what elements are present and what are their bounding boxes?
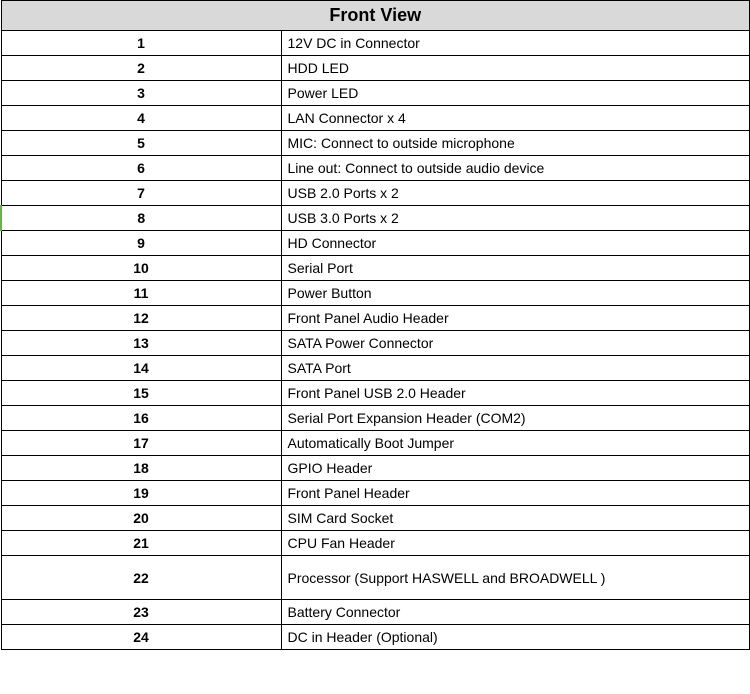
table-row: 23Battery Connector [1,600,750,625]
row-description: Power LED [281,81,750,106]
row-description: SIM Card Socket [281,506,750,531]
row-number: 21 [1,531,281,556]
table-title: Front View [1,1,750,31]
table-row: 13SATA Power Connector [1,331,750,356]
row-number: 20 [1,506,281,531]
row-number: 14 [1,356,281,381]
row-number: 22 [1,556,281,600]
row-description: SATA Power Connector [281,331,750,356]
row-description: Front Panel USB 2.0 Header [281,381,750,406]
row-description: GPIO Header [281,456,750,481]
table-row: 22Processor (Support HASWELL and BROADWE… [1,556,750,600]
row-description: Front Panel Audio Header [281,306,750,331]
table-row: 9HD Connector [1,231,750,256]
row-description: Automatically Boot Jumper [281,431,750,456]
row-description: MIC: Connect to outside microphone [281,131,750,156]
row-number: 8 [1,206,281,231]
row-description: Battery Connector [281,600,750,625]
table-row: 5MIC: Connect to outside microphone [1,131,750,156]
table-row: 11Power Button [1,281,750,306]
row-number: 13 [1,331,281,356]
table-row: 14SATA Port [1,356,750,381]
row-number: 16 [1,406,281,431]
row-description: HDD LED [281,56,750,81]
row-number: 15 [1,381,281,406]
table-row: 4LAN Connector x 4 [1,106,750,131]
row-description: Serial Port [281,256,750,281]
row-description: HD Connector [281,231,750,256]
row-description: Line out: Connect to outside audio devic… [281,156,750,181]
row-description: CPU Fan Header [281,531,750,556]
table-row: 15Front Panel USB 2.0 Header [1,381,750,406]
row-description: SATA Port [281,356,750,381]
table-row: 12Front Panel Audio Header [1,306,750,331]
row-number: 4 [1,106,281,131]
row-description: USB 2.0 Ports x 2 [281,181,750,206]
row-description: Serial Port Expansion Header (COM2) [281,406,750,431]
table-row: 10Serial Port [1,256,750,281]
table-row: 20SIM Card Socket [1,506,750,531]
row-description: DC in Header (Optional) [281,625,750,650]
row-number: 6 [1,156,281,181]
table-row: 112V DC in Connector [1,31,750,56]
row-description: Front Panel Header [281,481,750,506]
table-row: 7USB 2.0 Ports x 2 [1,181,750,206]
row-number: 17 [1,431,281,456]
row-number: 23 [1,600,281,625]
row-description: 12V DC in Connector [281,31,750,56]
row-number: 7 [1,181,281,206]
table-row: 2HDD LED [1,56,750,81]
row-number: 12 [1,306,281,331]
front-view-table: Front View 112V DC in Connector2HDD LED3… [0,0,750,650]
row-description: Power Button [281,281,750,306]
row-number: 9 [1,231,281,256]
row-number: 3 [1,81,281,106]
row-number: 11 [1,281,281,306]
table-row: 21CPU Fan Header [1,531,750,556]
table-row: 16Serial Port Expansion Header (COM2) [1,406,750,431]
table-row: 6Line out: Connect to outside audio devi… [1,156,750,181]
row-number: 2 [1,56,281,81]
table-row: 3Power LED [1,81,750,106]
row-number: 1 [1,31,281,56]
row-number: 10 [1,256,281,281]
table-row: 17Automatically Boot Jumper [1,431,750,456]
row-description: Processor (Support HASWELL and BROADWELL… [281,556,750,600]
row-number: 19 [1,481,281,506]
table-row: 19Front Panel Header [1,481,750,506]
table-row: 18GPIO Header [1,456,750,481]
row-number: 24 [1,625,281,650]
table-row: 24DC in Header (Optional) [1,625,750,650]
table-row: 8USB 3.0 Ports x 2 [1,206,750,231]
row-description: USB 3.0 Ports x 2 [281,206,750,231]
row-number: 18 [1,456,281,481]
table-body: 112V DC in Connector2HDD LED3Power LED4L… [1,31,750,650]
row-number: 5 [1,131,281,156]
row-description: LAN Connector x 4 [281,106,750,131]
